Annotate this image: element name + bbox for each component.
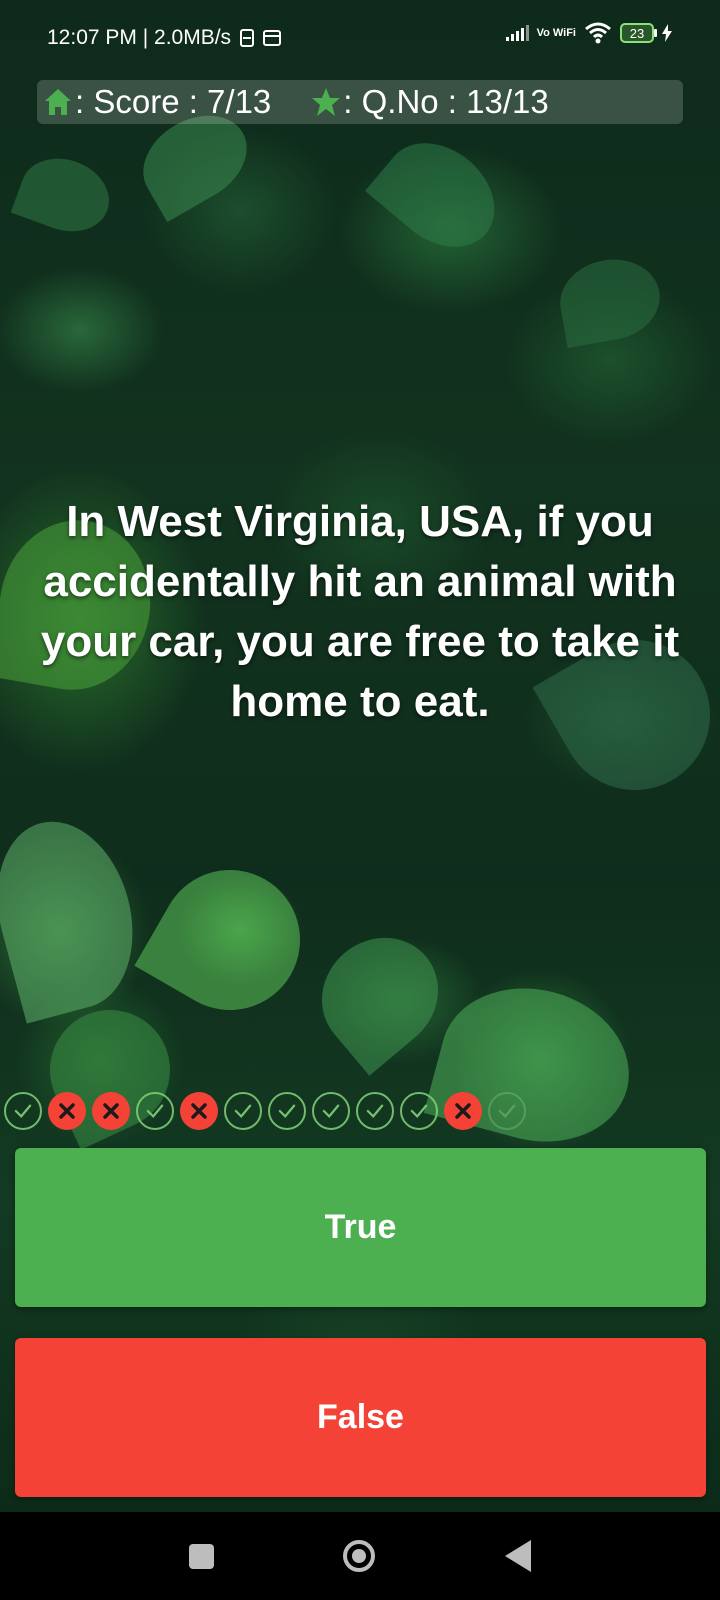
question-text: In West Virginia, USA, if you accidental… [40, 497, 680, 726]
false-button-label: False [317, 1398, 404, 1436]
progress-dot-wrong [48, 1092, 86, 1130]
vowifi-label: Vo WiFi [536, 27, 576, 39]
score-bar: : Score : 7/13 : Q.No : 13/13 [37, 80, 683, 124]
cross-icon [103, 1103, 119, 1119]
circle-home-icon[interactable] [342, 1539, 376, 1573]
true-button-label: True [324, 1208, 397, 1246]
signal-icon [505, 25, 529, 41]
wifi-icon [585, 22, 611, 44]
progress-dot-correct [224, 1092, 262, 1130]
time-speed: 12:07 PM | 2.0MB/s [47, 26, 232, 49]
progress-dot-wrong [92, 1092, 130, 1130]
battery-icon: 23 [620, 23, 657, 43]
progress-dot-correct [136, 1092, 174, 1130]
battery-level: 23 [629, 25, 645, 41]
score-text: : Score : 7/13 [75, 83, 272, 120]
question-number-display: : Q.No : 13/13 [311, 83, 549, 121]
progress-dot-correct [268, 1092, 306, 1130]
navigation-bar [0, 1512, 720, 1600]
question-number-text: : Q.No : 13/13 [343, 83, 549, 120]
progress-dot-correct [400, 1092, 438, 1130]
progress-dot-correct [4, 1092, 42, 1130]
check-icon [146, 1104, 164, 1119]
cross-icon [455, 1103, 471, 1119]
square-icon[interactable] [189, 1544, 214, 1569]
check-icon [498, 1104, 516, 1119]
home-icon [45, 89, 71, 115]
calendar-icon [263, 30, 282, 46]
check-icon [366, 1104, 384, 1119]
false-button[interactable]: False [15, 1338, 706, 1497]
progress-dot-wrong [180, 1092, 218, 1130]
check-icon [322, 1104, 340, 1119]
score-display: : Score : 7/13 [43, 83, 271, 121]
true-button[interactable]: True [15, 1148, 706, 1307]
progress-dot-pending [488, 1092, 526, 1130]
check-icon [410, 1104, 428, 1119]
progress-dot-correct [356, 1092, 394, 1130]
star-icon [312, 88, 341, 116]
progress-dot-wrong [444, 1092, 482, 1130]
status-left: 12:07 PM | 2.0MB/s [47, 26, 282, 50]
check-icon [14, 1104, 32, 1119]
progress-dot-correct [312, 1092, 350, 1130]
answer-progress-row [4, 1092, 526, 1130]
back-triangle-icon[interactable] [505, 1540, 531, 1572]
cross-icon [59, 1103, 75, 1119]
check-icon [234, 1104, 252, 1119]
sim-icon [240, 29, 255, 47]
cross-icon [191, 1103, 207, 1119]
charging-icon [662, 24, 672, 42]
status-right: Vo WiFi 23 [505, 22, 672, 44]
status-bar: 12:07 PM | 2.0MB/s Vo WiFi 23 [0, 0, 720, 64]
check-icon [278, 1104, 296, 1119]
